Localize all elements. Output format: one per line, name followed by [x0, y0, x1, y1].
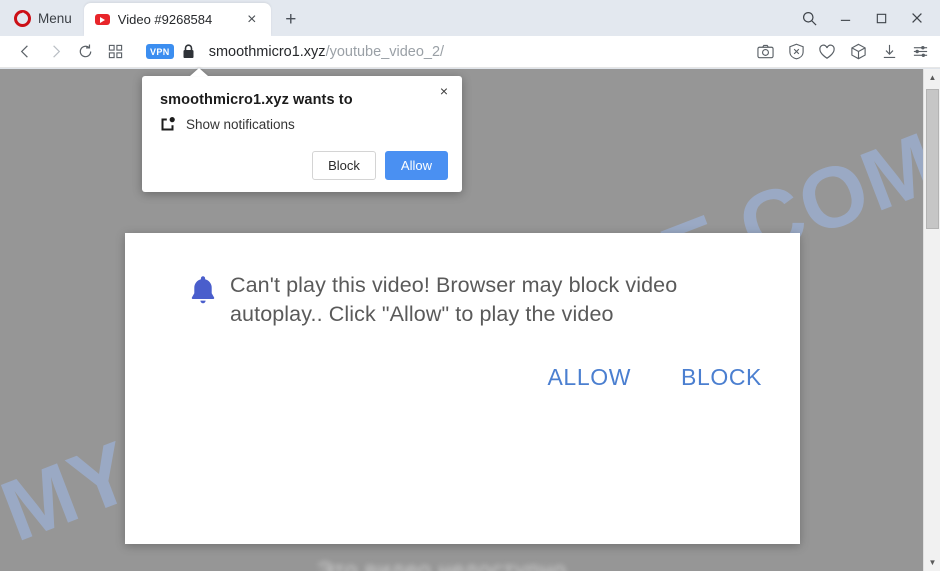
scrollbar-thumb[interactable]	[926, 89, 939, 229]
forward-arrow-icon[interactable]	[40, 39, 70, 65]
fake-autoplay-dialog: Can't play this video! Browser may block…	[125, 233, 800, 544]
reload-icon[interactable]	[70, 39, 100, 65]
vertical-scrollbar[interactable]: ▲ ▼	[923, 69, 940, 571]
crypto-wallet-icon[interactable]	[848, 42, 868, 62]
popup-permission-row: Show notifications	[142, 108, 462, 132]
url-domain: smoothmicro1.xyz	[208, 43, 326, 60]
page-viewport: MYANTISPYWARE.COM Это видео недоступно. …	[0, 69, 940, 571]
maximize-icon[interactable]	[864, 5, 898, 31]
popup-permission-label: Show notifications	[186, 116, 295, 132]
bell-icon	[188, 274, 230, 312]
window-controls	[792, 5, 940, 36]
tab-close-icon[interactable]: ×	[241, 9, 263, 31]
youtube-icon	[94, 14, 110, 25]
popup-tail	[190, 68, 208, 76]
url-path: /youtube_video_2/	[325, 43, 445, 60]
download-icon[interactable]	[879, 42, 899, 62]
browser-tab[interactable]: Video #9268584 ×	[83, 3, 271, 36]
popup-allow-button[interactable]: Allow	[384, 151, 448, 180]
dialog-block-button[interactable]: BLOCK	[681, 364, 762, 391]
browser-title-bar: Menu Video #9268584 × +	[0, 0, 940, 36]
dialog-message-row: Can't play this video! Browser may block…	[125, 233, 800, 328]
ad-blocker-icon[interactable]	[786, 42, 806, 62]
popup-title: smoothmicro1.xyz wants to	[160, 92, 353, 108]
back-arrow-icon[interactable]	[10, 39, 40, 65]
popup-buttons: Block Allow	[312, 151, 448, 180]
scrollbar-up-arrow-icon[interactable]: ▲	[924, 69, 940, 86]
dialog-message: Can't play this video! Browser may block…	[230, 273, 678, 326]
popup-close-icon[interactable]: ×	[435, 82, 453, 100]
address-bar: VPN smoothmicro1.xyz/youtube_video_2/	[0, 36, 940, 68]
vpn-badge[interactable]: VPN	[146, 44, 174, 59]
close-icon[interactable]	[900, 5, 934, 31]
dialog-actions: ALLOW BLOCK	[547, 364, 762, 391]
lock-icon[interactable]	[182, 44, 195, 59]
minimize-icon[interactable]	[828, 5, 862, 31]
new-tab-button[interactable]: +	[280, 8, 302, 30]
page-blurred-message: Это видео недоступно.	[316, 557, 574, 571]
tab-title: Video #9268584	[117, 12, 213, 27]
address-bar-icons	[755, 42, 930, 62]
opera-menu-button[interactable]: Menu	[8, 4, 78, 32]
workspaces-icon[interactable]	[100, 39, 130, 65]
notifications-icon	[160, 116, 176, 132]
easy-setup-icon[interactable]	[910, 42, 930, 62]
url-text[interactable]: smoothmicro1.xyz/youtube_video_2/	[209, 44, 444, 60]
popup-block-button[interactable]: Block	[312, 151, 376, 180]
opera-logo-icon	[14, 9, 31, 27]
heart-icon[interactable]	[817, 42, 837, 62]
dialog-allow-button[interactable]: ALLOW	[547, 364, 631, 391]
notification-permission-popup: × smoothmicro1.xyz wants to Show notific…	[142, 68, 462, 192]
search-icon[interactable]	[792, 5, 826, 31]
scrollbar-down-arrow-icon[interactable]: ▼	[924, 554, 940, 571]
menu-label: Menu	[38, 10, 72, 26]
camera-icon[interactable]	[755, 42, 775, 62]
